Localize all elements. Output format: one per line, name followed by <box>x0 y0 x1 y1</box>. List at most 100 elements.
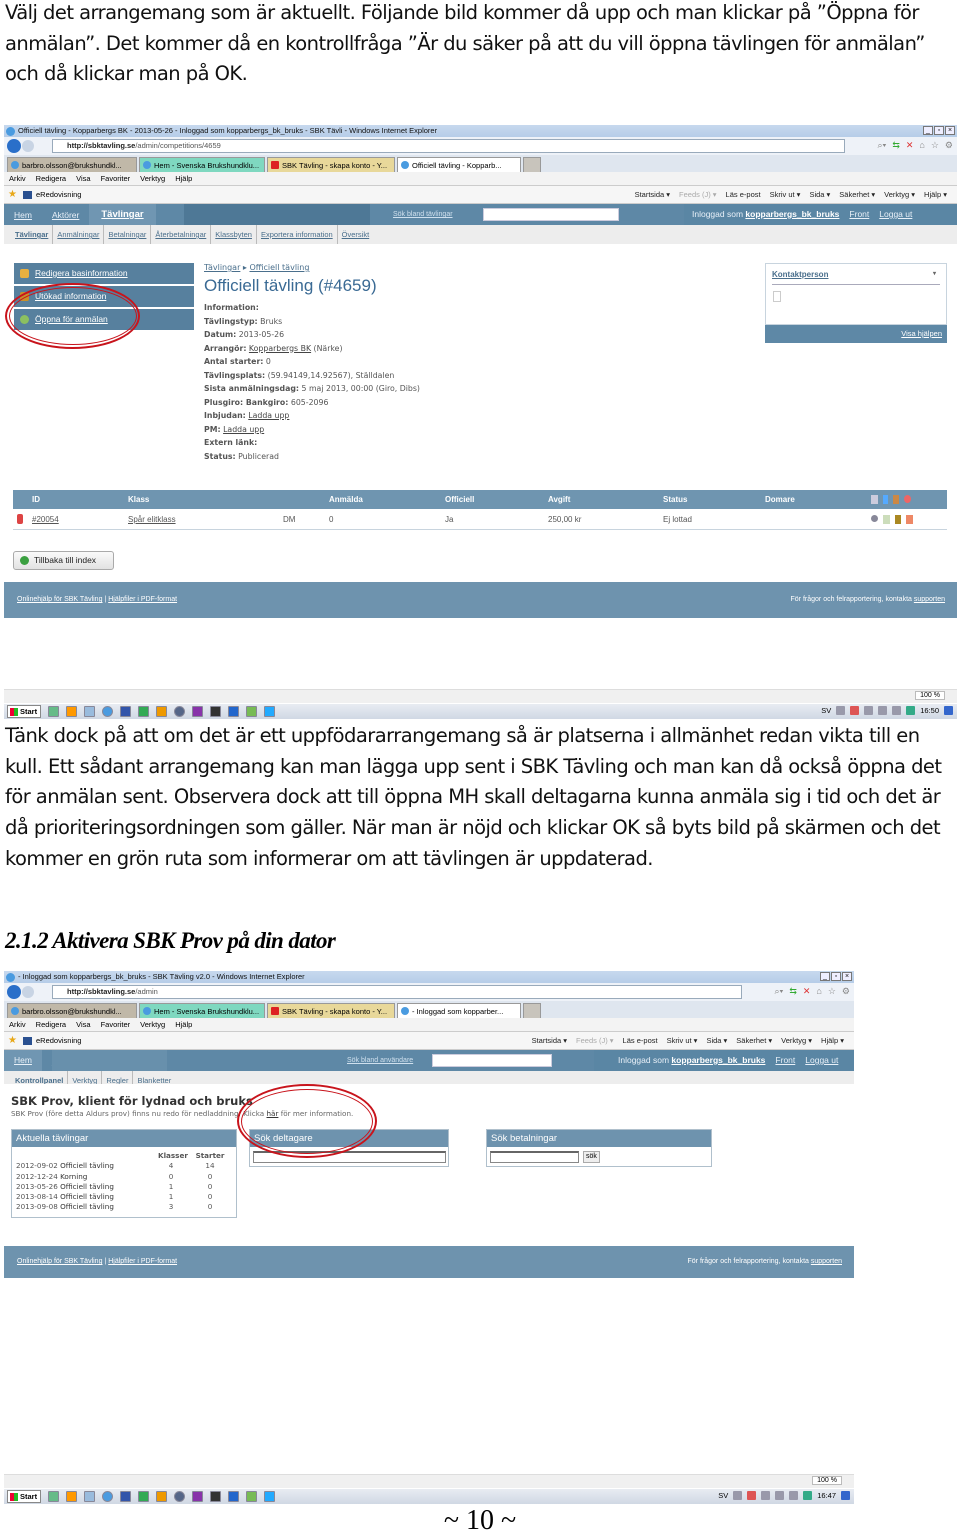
tray-icon[interactable] <box>733 1491 743 1500</box>
pdf-help-link[interactable]: Hjälpfiler i PDF-format <box>108 1258 177 1265</box>
search-competitions-input[interactable] <box>483 208 619 221</box>
app-icon[interactable] <box>210 1491 222 1502</box>
subnav-blanketter[interactable]: Blanketter <box>133 1071 175 1084</box>
breadcrumb-current[interactable]: Officiell tävling <box>249 263 309 272</box>
list-icon[interactable] <box>883 495 888 504</box>
excel-icon[interactable] <box>138 1491 150 1502</box>
ie-icon[interactable] <box>102 1491 114 1502</box>
competition-name[interactable]: 2012-09-02 Officiell tävling <box>16 1161 114 1171</box>
onenote-icon[interactable] <box>192 1491 204 1502</box>
cmd-startsida[interactable]: Startsida ▾ <box>532 1032 567 1050</box>
volume-icon[interactable] <box>775 1491 785 1500</box>
competition-name[interactable]: 2012-12-24 Korning <box>16 1172 87 1182</box>
search-competitions-link[interactable]: Sök bland tävlingar <box>393 204 453 225</box>
outlook-icon[interactable] <box>156 1491 168 1502</box>
menu-hjalp[interactable]: Hjälp <box>175 1018 192 1031</box>
logout-link[interactable]: Logga ut <box>805 1055 838 1065</box>
browser-tab[interactable]: barbro.olsson@brukshundkl... <box>7 157 137 172</box>
delete-icon[interactable] <box>904 495 911 503</box>
menu-hjalp[interactable]: Hjälp <box>175 172 192 185</box>
search-payments-input[interactable] <box>490 1151 579 1163</box>
tray-icon[interactable] <box>864 706 874 715</box>
search-icon[interactable]: ⌕▾ <box>877 140 886 151</box>
col-klass[interactable]: Klass <box>128 495 149 504</box>
menu-verktyg[interactable]: Verktyg <box>140 1018 165 1031</box>
excel-icon[interactable] <box>138 706 150 717</box>
breadcrumb-tavlingar[interactable]: Tävlingar <box>204 263 240 272</box>
menu-visa[interactable]: Visa <box>76 1018 90 1031</box>
language-indicator[interactable]: SV <box>718 1491 728 1500</box>
favorite-eredovisning[interactable]: eRedovisning <box>36 190 81 199</box>
menu-favoriter[interactable]: Favoriter <box>101 1018 131 1031</box>
gear-icon[interactable]: ⚙ <box>842 986 850 997</box>
subnav-regler[interactable]: Regler <box>102 1071 134 1084</box>
nav-hem[interactable]: Hem <box>4 210 42 220</box>
edit-basic-info-link[interactable]: Redigera basinformation <box>14 263 194 284</box>
address-bar[interactable]: http://sbktavling.se/admin/competitions/… <box>52 139 845 153</box>
refresh-icon[interactable]: ⇆ <box>789 986 797 997</box>
calculator-icon[interactable] <box>228 1491 240 1502</box>
menu-redigera[interactable]: Redigera <box>36 172 66 185</box>
menu-redigera[interactable]: Redigera <box>36 1018 66 1031</box>
zoom-level[interactable]: 100 % <box>812 1476 842 1485</box>
stop-icon[interactable]: ✕ <box>906 140 914 151</box>
word-icon[interactable] <box>120 706 132 717</box>
cmd-feeds[interactable]: Feeds (J) ▾ <box>679 186 717 204</box>
back-arrow-icon[interactable] <box>7 985 21 999</box>
cmd-verktyg[interactable]: Verktyg ▾ <box>781 1032 812 1050</box>
col-status[interactable]: Status <box>663 495 687 504</box>
subnav-tavlingar[interactable]: Tävlingar <box>15 225 54 244</box>
word-icon[interactable] <box>120 1491 132 1502</box>
cmd-startsida[interactable]: Startsida ▾ <box>635 186 670 204</box>
row-klass-link[interactable]: Spår elitklass <box>128 515 176 524</box>
logout-link[interactable]: Logga ut <box>879 209 912 219</box>
cmd-las-epost[interactable]: Läs e-post <box>623 1032 658 1050</box>
paint-icon[interactable] <box>246 706 258 717</box>
show-help-link[interactable]: Visa hjälpen <box>765 325 947 343</box>
show-desktop-button[interactable] <box>841 1491 850 1500</box>
minimize-button[interactable]: _ <box>923 126 933 135</box>
tray-icon[interactable] <box>836 706 846 715</box>
onenote-icon[interactable] <box>192 706 204 717</box>
menu-arkiv[interactable]: Arkiv <box>9 172 26 185</box>
zoom-level[interactable]: 100 % <box>915 691 945 700</box>
subnav-klassbyten[interactable]: Klassbyten <box>211 225 257 244</box>
subnav-verktyg[interactable]: Verktyg <box>68 1071 103 1084</box>
show-desktop-button[interactable] <box>944 706 953 715</box>
favorites-star-icon[interactable]: ★ <box>8 1036 17 1046</box>
cmd-feeds[interactable]: Feeds (J) ▾ <box>576 1032 614 1050</box>
subnav-kontrollpanel[interactable]: Kontrollpanel <box>15 1071 69 1084</box>
browser-tab[interactable]: Hem - Svenska Brukshundklu... <box>139 157 265 172</box>
refresh-icon[interactable]: ⇆ <box>892 140 900 151</box>
cmd-sakerhet[interactable]: Säkerhet ▾ <box>839 186 875 204</box>
network-icon[interactable] <box>789 1491 799 1500</box>
home-icon[interactable]: ⌂ <box>919 140 924 151</box>
cmd-skriv-ut[interactable]: Skriv ut ▾ <box>770 186 801 204</box>
support-link[interactable]: supporten <box>811 1258 842 1265</box>
info-link[interactable]: Ladda upp <box>223 425 264 434</box>
competition-name[interactable]: 2013-09-08 Officiell tävling <box>16 1202 114 1212</box>
ie-icon[interactable] <box>102 706 114 717</box>
front-link[interactable]: Front <box>775 1055 795 1065</box>
competition-row[interactable]: 2013-08-14 Officiell tävling 1 0 <box>12 1192 236 1202</box>
maximize-button[interactable]: ▫ <box>934 126 944 135</box>
chrome-icon[interactable] <box>174 706 186 717</box>
cmd-sida[interactable]: Sida ▾ <box>809 186 830 204</box>
outlook-icon[interactable] <box>156 706 168 717</box>
row-id-link[interactable]: #20054 <box>32 515 59 524</box>
favorite-eredovisning[interactable]: eRedovisning <box>36 1036 81 1045</box>
login-user-link[interactable]: kopparbergs_bk_bruks <box>671 1055 765 1065</box>
nav-tavlingar[interactable]: Tävlingar <box>89 204 156 225</box>
new-tab-button[interactable] <box>523 157 541 172</box>
browser-tab[interactable]: Hem - Svenska Brukshundklu... <box>139 1003 265 1018</box>
search-users-link[interactable]: Sök bland användare <box>347 1050 413 1071</box>
browser-tab[interactable]: SBK Tävling - skapa konto - Y... <box>267 1003 395 1018</box>
tray-icon[interactable] <box>761 1491 771 1500</box>
add-icon[interactable] <box>871 495 878 504</box>
subnav-exportera[interactable]: Exportera information <box>257 225 338 244</box>
minimize-button[interactable]: _ <box>820 972 830 981</box>
chevron-down-icon[interactable]: ▾ <box>933 270 936 277</box>
book-icon[interactable] <box>893 495 899 504</box>
back-arrow-icon[interactable] <box>7 139 21 153</box>
gear-icon[interactable]: ⚙ <box>945 140 953 151</box>
